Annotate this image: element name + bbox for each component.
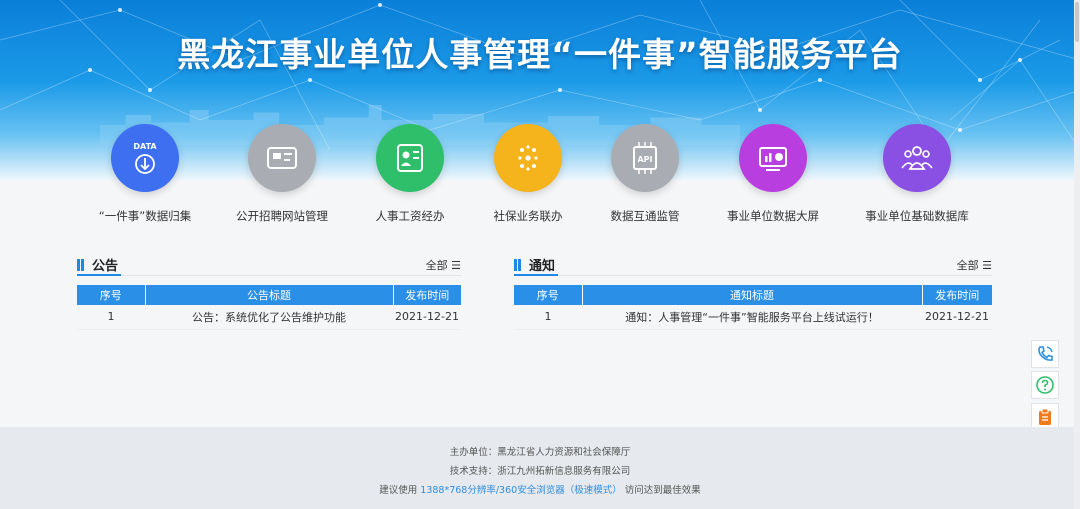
row-number: 1 — [514, 305, 582, 330]
people-group-icon — [901, 146, 933, 170]
view-all-link[interactable]: 全部 ☰ — [957, 257, 992, 273]
table-row[interactable]: 1 通知：人事管理“一件事”智能服务平台上线试运行！ 2021-12-21 — [514, 305, 992, 330]
phone-icon — [1038, 346, 1053, 361]
app-icon-circle[interactable] — [248, 124, 316, 192]
api-chip-icon: API — [633, 142, 657, 174]
app-entry-data-screen[interactable]: 事业单位数据大屏 — [703, 124, 843, 224]
row-number: 1 — [77, 305, 145, 330]
footer-browser-hint: 建议使用 1388*768分辨率/360安全浏览器（极速模式） 访问达到最佳效果 — [0, 482, 1080, 496]
app-label: 事业单位数据大屏 — [727, 209, 819, 223]
app-icon-circle[interactable] — [376, 124, 444, 192]
panel-header: 公告 全部 ☰ — [77, 254, 461, 276]
spark-icon — [518, 145, 538, 171]
announcement-panel: 公告 全部 ☰ 序号 公告标题 发布时间 1 公告：系统优化了公告维护功能 20… — [77, 254, 461, 330]
hint-highlight: 1388*768分辨率/360安全浏览器（极速模式） — [420, 485, 622, 496]
row-date: 2021-12-21 — [393, 305, 461, 330]
panel-title: 公告 — [92, 259, 119, 274]
page-footer: 主办单位：黑龙江省人力资源和社会保障厅 技术支持：浙江九州拓新信息服务有限公司 … — [0, 427, 1080, 509]
column-header: 序号 — [77, 285, 146, 305]
column-header: 发布时间 — [922, 285, 992, 305]
contact-phone-button[interactable] — [1031, 340, 1059, 368]
column-header: 公告标题 — [145, 285, 394, 305]
announcement-table: 序号 公告标题 发布时间 1 公告：系统优化了公告维护功能 2021-12-21 — [77, 285, 461, 330]
app-icon-circle[interactable] — [494, 124, 562, 192]
staff-card-icon — [397, 144, 423, 172]
footer-support: 技术支持：浙江九州拓新信息服务有限公司 — [449, 466, 631, 477]
hint-suffix: 访问达到最佳效果 — [624, 485, 701, 496]
app-entry-data-supervision[interactable]: API 数据互通监管 — [575, 124, 715, 224]
app-entry-list: DATA “一件事”数据归集 公开招聘网站管理 人事工资经办 社保业务联办 AP… — [0, 124, 1080, 224]
notice-panel: 通知 全部 ☰ 序号 通知标题 发布时间 1 通知：人事管理“一件事”智能服务平… — [514, 254, 992, 330]
row-title-link[interactable]: 公告：系统优化了公告维护功能 — [145, 305, 393, 330]
app-icon-circle[interactable]: DATA — [111, 124, 179, 192]
title-underline — [514, 274, 558, 276]
help-button[interactable] — [1031, 371, 1059, 399]
clipboard-icon — [1039, 408, 1051, 425]
column-header: 发布时间 — [393, 285, 461, 305]
question-icon — [1036, 376, 1054, 394]
column-header: 序号 — [514, 285, 583, 305]
page-scrollbar[interactable] — [1074, 0, 1080, 509]
title-underline — [77, 274, 121, 276]
app-icon-circle[interactable]: API — [611, 124, 679, 192]
scrollbar-thumb[interactable] — [1075, 2, 1079, 42]
section-marker-icon — [514, 258, 517, 271]
panel-header: 通知 全部 ☰ — [514, 254, 992, 276]
panel-title: 通知 — [529, 259, 556, 274]
table-row[interactable]: 1 公告：系统优化了公告维护功能 2021-12-21 — [77, 305, 461, 330]
app-label: 数据互通监管 — [610, 209, 680, 223]
hint-prefix: 建议使用 — [379, 485, 418, 496]
app-entry-recruitment-site[interactable]: 公开招聘网站管理 — [212, 124, 352, 224]
row-title-link[interactable]: 通知：人事管理“一件事”智能服务平台上线试运行！ — [582, 305, 922, 330]
api-icon-text: API — [637, 155, 652, 164]
app-label: “一件事”数据归集 — [98, 209, 192, 223]
page-title: 黑龙江事业单位人事管理“一件事”智能服务平台 — [177, 35, 903, 74]
app-label: 公开招聘网站管理 — [236, 209, 328, 223]
id-card-icon — [267, 147, 297, 169]
app-icon-circle[interactable] — [883, 124, 951, 192]
section-marker-icon — [77, 258, 80, 271]
row-date: 2021-12-21 — [922, 305, 992, 330]
column-header: 通知标题 — [582, 285, 923, 305]
app-entry-data-collection[interactable]: DATA “一件事”数据归集 — [75, 124, 215, 224]
view-all-link[interactable]: 全部 ☰ — [426, 257, 461, 273]
dashboard-icon — [759, 147, 787, 171]
app-label: 事业单位基础数据库 — [865, 209, 969, 223]
notice-table: 序号 通知标题 发布时间 1 通知：人事管理“一件事”智能服务平台上线试运行！ … — [514, 285, 992, 330]
data-icon-text: DATA — [133, 142, 157, 151]
app-entry-base-database[interactable]: 事业单位基础数据库 — [847, 124, 987, 224]
footer-host: 主办单位：黑龙江省人力资源和社会保障厅 — [449, 447, 631, 458]
data-upload-icon: DATA — [133, 142, 157, 174]
app-icon-circle[interactable] — [739, 124, 807, 192]
